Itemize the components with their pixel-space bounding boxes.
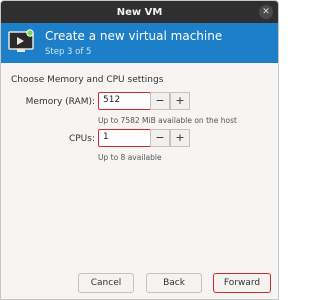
cancel-button[interactable]: Cancel <box>78 273 134 293</box>
wizard-step: Step 3 of 5 <box>45 47 92 57</box>
cpus-label: CPUs: <box>68 134 95 144</box>
memory-label: Memory (RAM): <box>25 97 95 107</box>
wizard-header: Create a new virtual machine Step 3 of 5 <box>1 23 278 63</box>
monitor-icon <box>8 29 34 52</box>
new-vm-dialog: New VM ✕ Create a new virtual machine St… <box>0 0 279 300</box>
forward-button[interactable]: Forward <box>213 273 271 293</box>
title-bar: New VM ✕ <box>1 1 278 23</box>
window-title: New VM <box>116 6 163 18</box>
section-label: Choose Memory and CPU settings <box>11 75 164 85</box>
memory-increment-button[interactable]: + <box>170 92 190 110</box>
memory-decrement-button[interactable]: − <box>150 92 170 110</box>
cpus-decrement-button[interactable]: − <box>150 129 170 147</box>
memory-input[interactable]: 512 <box>98 92 151 110</box>
close-icon[interactable]: ✕ <box>259 5 273 19</box>
memory-hint: Up to 7582 MiB available on the host <box>98 116 237 125</box>
wizard-title: Create a new virtual machine <box>45 29 223 43</box>
cpus-increment-button[interactable]: + <box>170 129 190 147</box>
cpus-hint: Up to 8 available <box>98 153 162 162</box>
cpus-input[interactable]: 1 <box>98 129 151 147</box>
back-button[interactable]: Back <box>146 273 202 293</box>
